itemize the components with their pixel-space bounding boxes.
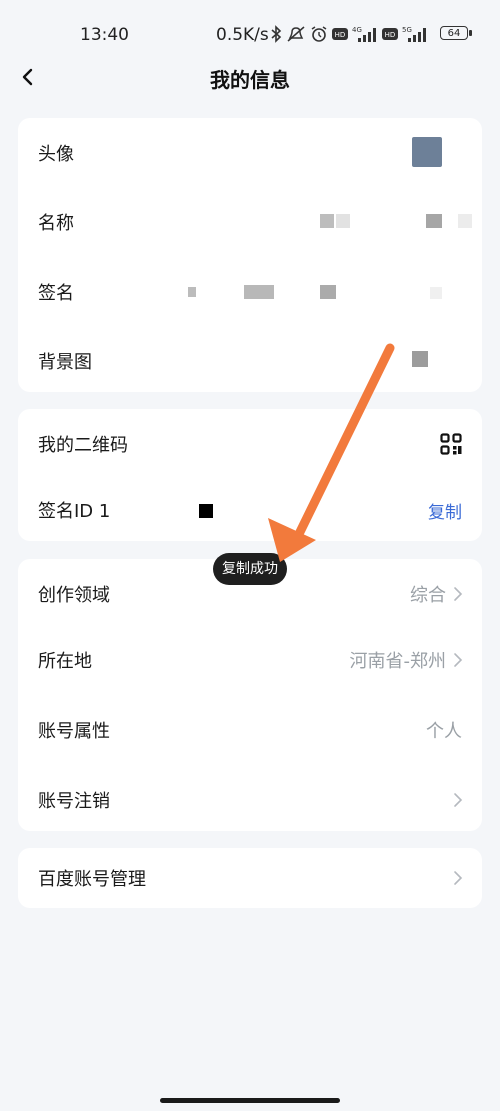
row-account-type: 账号属性 个人 [18, 695, 482, 765]
copy-button[interactable]: 复制 [428, 498, 462, 523]
redacted-block [412, 351, 428, 367]
redacted-block [458, 214, 472, 228]
qr-card: 我的二维码 签名ID 1 复制 [18, 409, 482, 541]
status-icons: HD 4G HD 5G [270, 24, 428, 44]
svg-text:HD: HD [335, 31, 346, 39]
row-label: 创作领域 [38, 585, 110, 606]
row-background[interactable]: 背景图 [18, 326, 482, 396]
alarm-icon [310, 25, 328, 43]
redacted-block [320, 285, 336, 299]
row-label: 所在地 [38, 651, 92, 672]
nav-bar: 我的信息 [0, 55, 500, 99]
home-indicator [160, 1098, 340, 1103]
redacted-block [244, 285, 274, 299]
chevron-right-icon [454, 871, 463, 885]
row-label: 头像 [38, 144, 74, 165]
row-name[interactable]: 名称 [18, 187, 482, 257]
chevron-right-icon [454, 653, 463, 667]
row-signature[interactable]: 签名 [18, 257, 482, 327]
5g-signal-icon: 5G [402, 25, 428, 43]
svg-text:5G: 5G [402, 26, 412, 34]
row-label: 账号注销 [38, 791, 110, 812]
status-time: 13:40 [80, 25, 129, 45]
row-signature-id: 签名ID 1 复制 [18, 475, 482, 545]
toast-message: 复制成功 [213, 553, 287, 585]
baidu-card: 百度账号管理 [18, 848, 482, 908]
row-avatar[interactable]: 头像 [18, 118, 482, 188]
redacted-block [336, 214, 350, 228]
profile-card: 头像 名称 签名 背景图 [18, 118, 482, 392]
row-label: 百度账号管理 [38, 869, 146, 890]
svg-text:HD: HD [385, 31, 396, 39]
row-qr-code[interactable]: 我的二维码 [18, 409, 482, 479]
redacted-block [430, 287, 442, 299]
chevron-right-icon [454, 793, 463, 807]
net-speed: 0.5K/s [216, 25, 269, 45]
svg-text:4G: 4G [352, 26, 362, 34]
redacted-block [426, 214, 442, 228]
row-label: 背景图 [38, 352, 92, 373]
row-location[interactable]: 所在地 河南省-郑州 [18, 625, 482, 695]
row-value: 综合 [410, 585, 446, 606]
hd-icon: HD [332, 28, 348, 40]
redacted-block [188, 287, 196, 297]
page-title: 我的信息 [210, 68, 290, 92]
row-account-cancel[interactable]: 账号注销 [18, 765, 482, 835]
redacted-block [199, 504, 213, 518]
row-label: 签名 [38, 283, 74, 304]
row-value: 河南省-郑州 [349, 651, 447, 672]
chevron-right-icon [454, 587, 463, 601]
row-baidu-account[interactable]: 百度账号管理 [18, 848, 482, 908]
battery-indicator: 64 [440, 26, 472, 40]
avatar[interactable] [412, 137, 442, 167]
4g-signal-icon: 4G [352, 25, 378, 43]
row-label: 名称 [38, 213, 74, 234]
qr-code-icon[interactable] [440, 433, 462, 455]
bluetooth-icon [270, 25, 282, 43]
row-label: 账号属性 [38, 721, 110, 742]
row-value: 个人 [426, 721, 462, 742]
mute-icon [286, 25, 306, 43]
redacted-block [320, 214, 334, 228]
hd-icon: HD [382, 28, 398, 40]
info-card: 创作领域 综合 所在地 河南省-郑州 账号属性 个人 账号注销 [18, 559, 482, 831]
row-label: 我的二维码 [38, 435, 128, 456]
row-label: 签名ID 1 [38, 501, 111, 522]
